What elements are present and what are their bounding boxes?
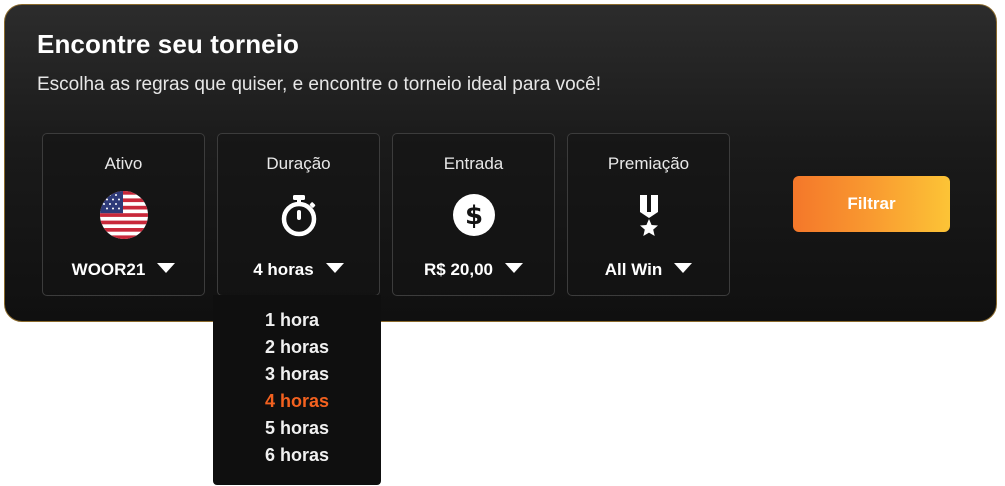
tournament-finder-panel: Encontre seu torneio Escolha as regras q… (4, 4, 997, 322)
prize-value-text: All Win (604, 260, 663, 279)
svg-text:$: $ (464, 201, 482, 231)
dollar-coin-icon: $ (449, 190, 499, 240)
entry-value-text: R$ 20,00 (424, 260, 493, 279)
chevron-down-icon (505, 263, 523, 273)
chevron-down-icon (325, 263, 344, 273)
entry-filter-label: Entrada (443, 154, 504, 173)
duration-option[interactable]: 2 horas (213, 334, 381, 361)
page-title: Encontre seu torneio (37, 29, 300, 59)
asset-filter-value: WOOR21 (43, 260, 204, 280)
duration-option[interactable]: 3 horas (213, 361, 381, 388)
asset-filter-label: Ativo (104, 154, 143, 173)
asset-filter-card[interactable]: Ativo WOOR21 (42, 133, 205, 296)
duration-filter-label: Duração (266, 154, 331, 173)
us-flag-icon (99, 190, 149, 240)
asset-value-text: WOOR21 (71, 260, 146, 279)
duration-options-list: 1 hora 2 horas 3 horas 4 horas 5 horas 6… (213, 295, 381, 469)
duration-option-selected[interactable]: 4 horas (213, 388, 381, 415)
entry-filter-card[interactable]: Entrada $ R$ 20,00 (392, 133, 555, 296)
duration-filter-card[interactable]: Duração 4 horas (217, 133, 380, 296)
chevron-down-icon (674, 263, 693, 273)
page-subtitle: Escolha as regras que quiser, e encontre… (37, 74, 602, 95)
chevron-down-icon (157, 263, 176, 273)
duration-value-text: 4 horas (253, 260, 314, 279)
filter-button[interactable]: Filtrar (793, 176, 950, 232)
prize-filter-label: Premiação (607, 154, 690, 173)
duration-option[interactable]: 1 hora (213, 307, 381, 334)
duration-option[interactable]: 6 horas (213, 442, 381, 469)
medal-icon (624, 190, 674, 240)
duration-dropdown-menu: 1 hora 2 horas 3 horas 4 horas 5 horas 6… (213, 295, 381, 485)
prize-filter-card[interactable]: Premiação All Win (567, 133, 730, 296)
stopwatch-icon (274, 190, 324, 240)
prize-filter-value: All Win (568, 260, 729, 280)
duration-option[interactable]: 5 horas (213, 415, 381, 442)
duration-filter-value: 4 horas (218, 260, 379, 280)
entry-filter-value: R$ 20,00 (393, 260, 554, 280)
